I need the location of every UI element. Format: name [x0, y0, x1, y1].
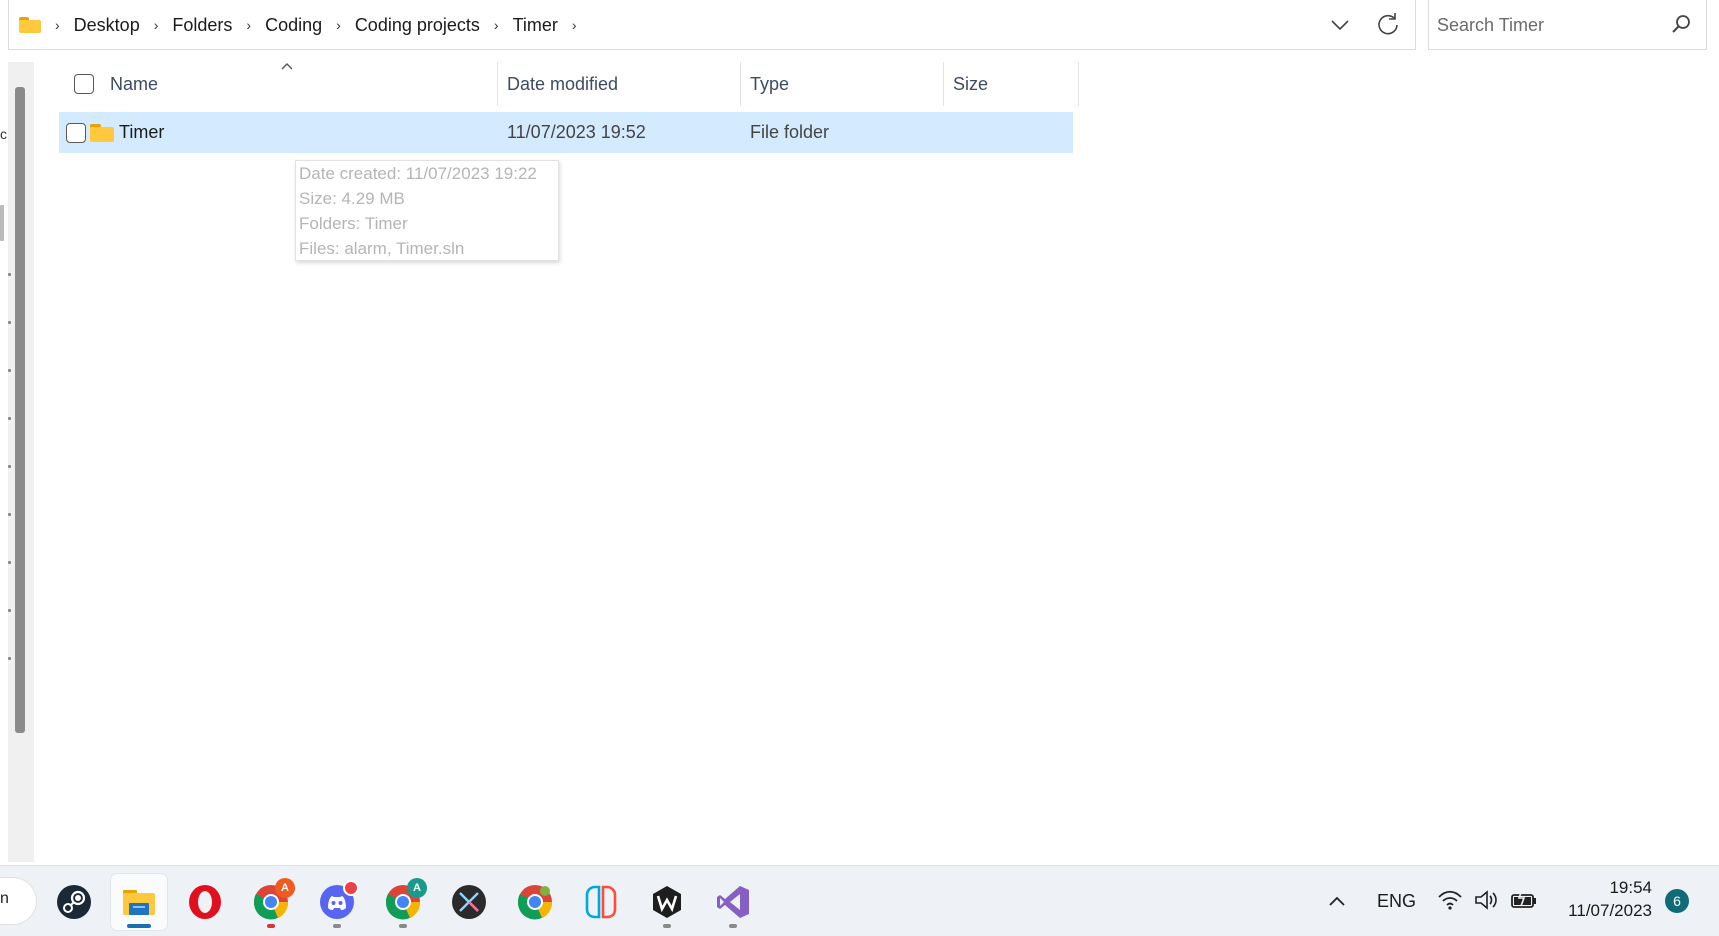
breadcrumb-timer[interactable]: Timer	[513, 15, 558, 36]
breadcrumb-coding[interactable]: Coding	[265, 15, 322, 36]
battery-charging-icon[interactable]	[1510, 888, 1538, 912]
nav-item-marker	[8, 321, 11, 324]
file-explorer-window: › Desktop › Folders › Coding › Coding pr…	[0, 0, 1719, 936]
chevron-right-icon[interactable]: ›	[154, 17, 159, 33]
nav-item-marker	[8, 273, 11, 276]
wifi-icon[interactable]	[1437, 888, 1463, 912]
nav-item-marker	[8, 609, 11, 612]
nav-item-marker	[8, 513, 11, 516]
folder-info-tooltip: Date created: 11/07/2023 19:22 Size: 4.2…	[295, 160, 559, 261]
clock-time: 19:54	[1609, 878, 1652, 897]
notification-count-badge[interactable]: 6	[1665, 889, 1689, 913]
nav-pane-truncated-text: c	[0, 126, 7, 142]
steam-taskbar-button[interactable]	[46, 874, 102, 930]
system-clock[interactable]: 19:54 11/07/2023	[1556, 876, 1652, 922]
tooltip-date-created: Date created: 11/07/2023 19:22	[299, 164, 537, 183]
steam-icon	[57, 885, 91, 919]
running-indicator	[663, 924, 671, 928]
column-header-size[interactable]: Size	[953, 64, 1073, 104]
nintendo-switch-icon	[585, 885, 617, 919]
nav-item-marker	[8, 417, 11, 420]
row-type: File folder	[750, 122, 830, 142]
column-header-name[interactable]: Name	[110, 64, 490, 104]
tooltip-files: Files: alarm, Timer.sln	[299, 239, 465, 258]
nav-item-marker	[8, 369, 11, 372]
search-box[interactable]	[1428, 0, 1707, 50]
address-bar[interactable]: › Desktop › Folders › Coding › Coding pr…	[8, 0, 1416, 50]
chrome-dev-taskbar-button[interactable]	[507, 874, 563, 930]
profile-badge: A	[275, 878, 295, 898]
folder-icon	[90, 112, 114, 153]
column-divider[interactable]	[497, 62, 498, 106]
running-indicator	[399, 924, 407, 928]
row-name[interactable]: Timer	[119, 112, 164, 153]
file-explorer-icon	[123, 890, 155, 915]
taskbar: n A A ENG 19:54 11/07/2023 6	[0, 865, 1719, 936]
column-divider[interactable]	[740, 62, 741, 106]
tooltip-folders: Folders: Timer	[299, 214, 408, 233]
language-indicator[interactable]: ENG	[1377, 866, 1416, 936]
chevron-up-icon[interactable]	[1326, 890, 1348, 912]
row-date-modified: 11/07/2023 19:52	[507, 122, 646, 142]
nav-item-marker	[8, 465, 11, 468]
visual-studio-icon	[717, 886, 749, 918]
scrollbar-thumb[interactable]	[15, 87, 25, 733]
search-input[interactable]	[1437, 10, 1667, 40]
navigation-pane-scrollbar[interactable]	[0, 62, 34, 862]
chevron-down-icon[interactable]	[1327, 12, 1353, 38]
running-indicator	[729, 924, 737, 928]
search-icon[interactable]	[1669, 13, 1693, 37]
column-divider[interactable]	[1078, 62, 1079, 106]
discord-taskbar-button[interactable]	[309, 874, 365, 930]
chrome-dev-icon	[517, 885, 553, 920]
nav-item-marker	[8, 657, 11, 660]
chevron-right-icon[interactable]: ›	[572, 17, 577, 33]
chevron-right-icon[interactable]: ›	[246, 17, 251, 33]
column-header-date-modified[interactable]: Date modified	[507, 64, 737, 104]
visual-studio-taskbar-button[interactable]	[705, 874, 761, 930]
chevron-right-icon[interactable]: ›	[55, 17, 60, 33]
running-indicator	[127, 924, 151, 928]
profile-badge: A	[407, 878, 427, 898]
wattpad-w-icon	[653, 886, 681, 918]
notification-dot	[343, 880, 359, 896]
breadcrumb-coding-projects[interactable]: Coding projects	[355, 15, 480, 36]
chrome-taskbar-button[interactable]: A	[243, 874, 299, 930]
breadcrumb: › Desktop › Folders › Coding › Coding pr…	[19, 0, 591, 50]
column-divider[interactable]	[943, 62, 944, 106]
location-folder-icon	[19, 17, 41, 33]
nav-item-marker	[8, 561, 11, 564]
capcut-taskbar-button[interactable]	[441, 874, 497, 930]
table-row[interactable]: Timer 11/07/2023 19:52 File folder	[59, 112, 1073, 153]
file-explorer-taskbar-button[interactable]	[111, 874, 167, 930]
nintendo-switch-taskbar-button[interactable]	[573, 874, 629, 930]
wattpad-taskbar-button[interactable]	[639, 874, 695, 930]
column-header-type[interactable]: Type	[750, 64, 940, 104]
chevron-right-icon[interactable]: ›	[336, 17, 341, 33]
opera-taskbar-button[interactable]	[177, 874, 233, 930]
tooltip-size: Size: 4.29 MB	[299, 189, 405, 208]
running-indicator	[333, 924, 341, 928]
chevron-right-icon[interactable]: ›	[494, 17, 499, 33]
opera-icon	[189, 885, 221, 919]
breadcrumb-folders[interactable]: Folders	[172, 15, 232, 36]
running-indicator	[267, 924, 275, 928]
search-taskbar-button[interactable]: n	[0, 878, 36, 924]
refresh-icon[interactable]	[1374, 10, 1402, 38]
breadcrumb-desktop[interactable]: Desktop	[74, 15, 140, 36]
capcut-icon	[452, 885, 486, 919]
select-all-checkbox[interactable]	[74, 64, 94, 104]
chrome-profile-taskbar-button[interactable]: A	[375, 874, 431, 930]
volume-icon[interactable]	[1473, 888, 1499, 912]
scrollbar-arrow[interactable]	[0, 205, 4, 241]
clock-date: 11/07/2023	[1568, 901, 1652, 920]
row-checkbox[interactable]	[66, 112, 86, 153]
